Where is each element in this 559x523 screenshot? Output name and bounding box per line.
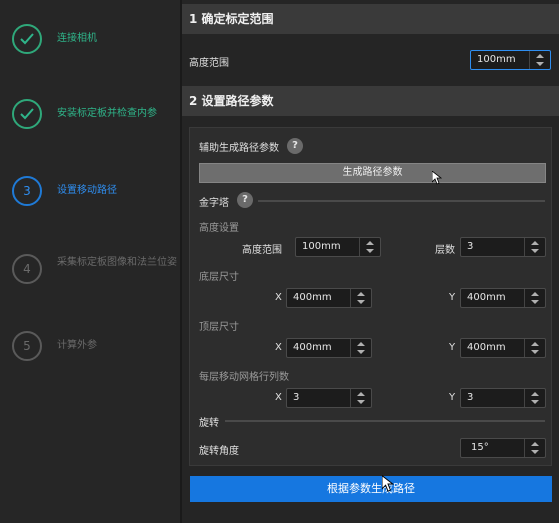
step-label: 计算外参	[57, 340, 97, 351]
bottom-size-label: 底层尺寸	[199, 272, 239, 283]
spin-arrows[interactable]	[524, 389, 545, 407]
step-label: 采集标定板图像和法兰位姿	[57, 257, 177, 268]
step-number: 3	[12, 176, 42, 206]
main-panel: 1 确定标定范围 高度范围 100mm 2 设置路径参数 辅助生成路径参数 ? …	[182, 0, 559, 523]
generate-params-button[interactable]: 生成路径参数	[199, 163, 546, 183]
grid-x-input[interactable]: 3	[286, 388, 372, 408]
check-icon	[12, 24, 42, 54]
top-x-label: X	[275, 342, 282, 353]
step-set-path[interactable]: 3 设置移动路径	[12, 176, 180, 216]
rotation-angle-label: 旋转角度	[199, 446, 239, 457]
layers-label: 层数	[435, 245, 455, 256]
pyramid-height-range-label: 高度范围	[242, 245, 282, 256]
help-icon[interactable]: ?	[287, 138, 303, 154]
pyramid-divider	[258, 200, 545, 202]
assist-generate-label: 辅助生成路径参数	[199, 143, 279, 154]
bottom-y-label: Y	[449, 292, 456, 303]
wizard-sidebar: 连接相机 安装标定板并检查内参 3 设置移动路径 4 采集标定板图像和法兰位姿 …	[0, 0, 180, 523]
top-size-label: 顶层尺寸	[199, 322, 239, 333]
spin-arrows[interactable]	[524, 339, 545, 357]
spin-arrows[interactable]	[524, 289, 545, 307]
spin-arrows[interactable]	[350, 289, 371, 307]
spin-arrows[interactable]	[524, 238, 545, 256]
spin-arrows[interactable]	[524, 439, 545, 457]
spin-arrows[interactable]	[350, 389, 371, 407]
help-icon[interactable]: ?	[237, 192, 253, 208]
step-compute-extrinsics[interactable]: 5 计算外参	[12, 331, 180, 371]
top-x-input[interactable]: 400mm	[286, 338, 372, 358]
check-icon	[12, 99, 42, 129]
rotation-divider	[225, 420, 545, 422]
rotation-angle-input[interactable]: 15°	[460, 438, 546, 458]
section-1-header: 1 确定标定范围	[182, 4, 559, 34]
step-label: 设置移动路径	[57, 185, 117, 196]
grid-x-label: X	[275, 392, 282, 403]
step-connect-camera[interactable]: 连接相机	[12, 24, 180, 64]
bottom-x-label: X	[275, 292, 282, 303]
spin-arrows[interactable]	[350, 339, 371, 357]
section-2-header: 2 设置路径参数	[182, 86, 559, 116]
top-y-input[interactable]: 400mm	[460, 338, 546, 358]
step-install-board[interactable]: 安装标定板并检查内参	[12, 99, 180, 139]
height-settings-label: 高度设置	[199, 223, 239, 234]
generate-path-button[interactable]: 根据参数生成路径	[190, 476, 552, 502]
path-params-panel: 辅助生成路径参数 ? 生成路径参数 金字塔 ? 高度设置 高度范围 100mm …	[189, 127, 552, 466]
bottom-y-input[interactable]: 400mm	[460, 288, 546, 308]
spin-arrows[interactable]	[359, 238, 380, 256]
layers-input[interactable]: 3	[460, 237, 546, 257]
bottom-x-input[interactable]: 400mm	[286, 288, 372, 308]
step-number: 5	[12, 331, 42, 361]
spin-arrows[interactable]	[529, 51, 550, 69]
step-capture-images[interactable]: 4 采集标定板图像和法兰位姿	[12, 254, 180, 294]
step-number: 4	[12, 254, 42, 284]
rotation-label: 旋转	[199, 418, 219, 429]
calibration-height-range-input[interactable]: 100mm	[470, 50, 551, 70]
grid-y-input[interactable]: 3	[460, 388, 546, 408]
grid-y-label: Y	[449, 392, 456, 403]
grid-count-label: 每层移动网格行列数	[199, 372, 289, 383]
step-label: 连接相机	[57, 33, 97, 44]
height-range-label: 高度范围	[189, 58, 229, 69]
top-y-label: Y	[449, 342, 456, 353]
step-label: 安装标定板并检查内参	[57, 108, 157, 119]
pyramid-height-range-input[interactable]: 100mm	[295, 237, 381, 257]
pyramid-label: 金字塔	[199, 198, 229, 209]
